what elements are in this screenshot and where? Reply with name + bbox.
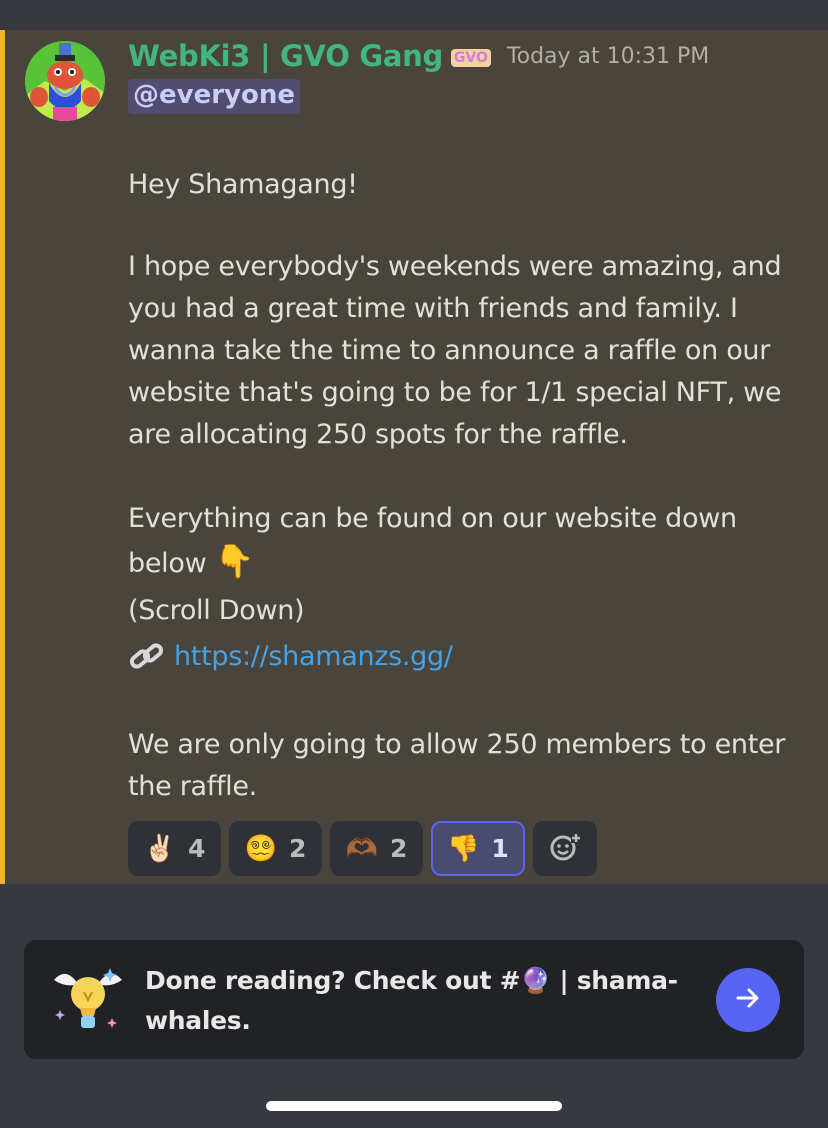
reaction-heart-hands[interactable]: 🫶🏾 2 [330,821,423,876]
message-greeting: Hey Shamagang! [128,164,818,206]
crystal-ball-icon: 🔮 [520,966,552,995]
home-indicator[interactable] [266,1101,562,1111]
winged-lightbulb-icon [46,958,130,1042]
website-link[interactable]: https://shamanzs.gg/ [174,636,453,678]
arrow-right-icon [734,984,762,1016]
website-link-line: https://shamanzs.gg/ [128,636,818,678]
reaction-count: 1 [491,834,509,863]
everyone-mention[interactable]: @everyone [128,79,300,114]
done-reading-banner[interactable]: Done reading? Check out #🔮 | shama-whale… [24,940,804,1059]
paragraph-3-text: We are only going to allow 250 members t… [128,729,786,802]
reaction-count: 2 [389,834,408,863]
discord-screen: WebKi3 | GVO Gang GVO Today at 10:31 PM … [0,0,828,1128]
reaction-thumbs-down[interactable]: 👎 1 [431,821,525,876]
message-timestamp: Today at 10:31 PM [506,43,710,69]
role-badge-icon: GVO [450,49,491,67]
highlighted-message: WebKi3 | GVO Gang GVO Today at 10:31 PM … [0,30,828,884]
reactions-bar: ✌🏻 4 😵‍💫 2 🫶🏾 2 👎 1 [128,821,597,876]
message-header: WebKi3 | GVO Gang GVO Today at 10:31 PM [128,39,709,73]
link-icon [128,640,166,674]
point-down-icon: 👇 [214,542,255,580]
reaction-spiral-face[interactable]: 😵‍💫 2 [229,821,322,876]
banner-message: Done reading? Check out #🔮 | shama-whale… [145,961,685,1041]
greeting-text: Hey Shamagang! [128,169,358,200]
spiral-face-icon: 😵‍💫 [244,833,277,864]
message-paragraph-3: We are only going to allow 250 members t… [128,724,818,808]
add-reaction-icon [549,831,581,867]
reaction-count: 2 [288,834,307,863]
banner-text-start: Done reading? Check out # [145,966,521,995]
reaction-peace[interactable]: ✌🏻 4 [128,821,221,876]
message-paragraph-2: Everything can be found on our website d… [128,498,818,585]
thumbs-down-icon: 👎 [447,833,480,864]
add-reaction-button[interactable] [532,821,597,876]
peace-hand-icon: ✌🏻 [143,833,176,864]
author-username[interactable]: WebKi3 | GVO Gang [128,39,443,73]
heart-hands-icon: 🫶🏾 [345,833,378,864]
author-avatar[interactable] [25,41,105,121]
paragraph-1-text: I hope everybody's weekends were amazing… [128,251,782,450]
scroll-note-text: (Scroll Down) [128,595,305,626]
go-to-channel-button[interactable] [716,968,780,1032]
reaction-count: 4 [187,834,206,863]
message-paragraph-1: I hope everybody's weekends were amazing… [128,246,818,456]
scroll-note: (Scroll Down) [128,590,818,632]
